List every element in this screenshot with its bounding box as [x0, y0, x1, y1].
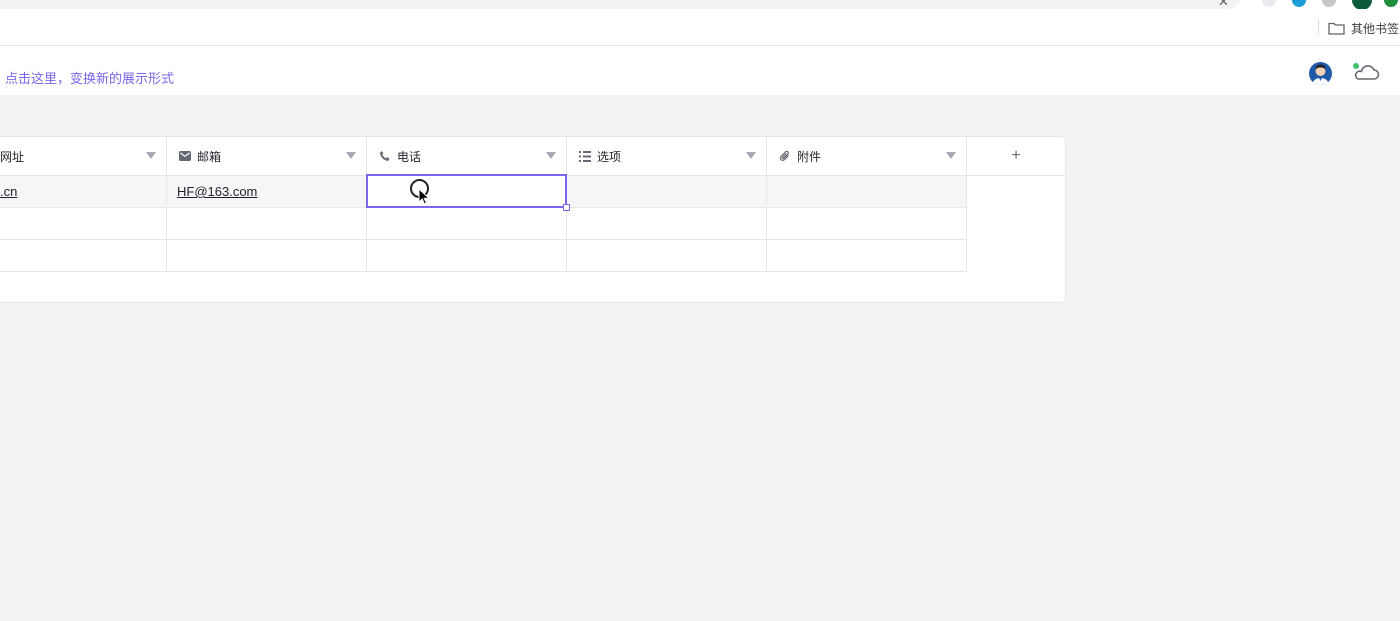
puzzle-icon[interactable]	[1322, 0, 1336, 7]
bookmarks-bar: 其他书签	[0, 9, 1400, 46]
sync-icon[interactable]	[1384, 0, 1398, 7]
table-cell-url[interactable]	[0, 240, 167, 272]
fill-handle[interactable]	[563, 204, 570, 211]
bookmarks-separator	[1318, 19, 1319, 35]
app-header: 点击这里，变换新的展示形式	[0, 46, 1400, 95]
column-header-options[interactable]: 选项	[567, 137, 767, 176]
column-header-url[interactable]: 网址	[0, 137, 167, 176]
add-column-button[interactable]: +	[966, 137, 1066, 176]
options-list-icon	[579, 150, 591, 162]
column-header-email[interactable]: 邮箱	[167, 137, 367, 176]
column-label: 网址	[0, 149, 25, 164]
table-cell-attachment[interactable]	[767, 176, 967, 208]
chevron-down-icon[interactable]	[546, 152, 556, 159]
column-header-phone[interactable]: 电话	[367, 137, 567, 176]
other-bookmarks-folder[interactable]: 其他书签	[1328, 20, 1399, 37]
column-label: 选项	[597, 149, 622, 164]
table-cell-attachment[interactable]	[767, 240, 967, 272]
extension-icon[interactable]	[1292, 0, 1306, 7]
browser-toolbar: ✕	[0, 0, 1400, 10]
table-cell-email[interactable]	[167, 240, 367, 272]
table-cell-options[interactable]	[567, 208, 767, 240]
column-label: 邮箱	[197, 149, 222, 164]
email-link[interactable]: HF@163.com	[177, 184, 257, 199]
table-cell-phone[interactable]	[367, 240, 567, 272]
star-icon[interactable]	[1262, 0, 1276, 7]
column-header-attachment[interactable]: 附件	[767, 137, 967, 176]
table-cell-url[interactable]	[0, 208, 167, 240]
avatar[interactable]	[1309, 62, 1332, 85]
table-cell-options[interactable]	[567, 176, 767, 208]
paperclip-icon	[779, 150, 791, 162]
table-cell-phone[interactable]	[367, 208, 567, 240]
grid-view: 网址 邮箱 电话 选项 附件 + .cn HF@163.com	[0, 136, 1066, 303]
cloud-sync-icon[interactable]	[1352, 62, 1380, 82]
phone-icon	[379, 150, 391, 162]
url-link[interactable]: .cn	[0, 184, 17, 199]
view-switch-hint[interactable]: 点击这里，变换新的展示形式	[5, 68, 174, 87]
column-label: 附件	[797, 149, 822, 164]
table-cell-email[interactable]	[167, 208, 367, 240]
chevron-down-icon[interactable]	[746, 152, 756, 159]
column-label: 电话	[397, 149, 422, 164]
mail-icon	[179, 150, 191, 162]
chevron-down-icon[interactable]	[346, 152, 356, 159]
table-cell-attachment[interactable]	[767, 208, 967, 240]
chevron-down-icon[interactable]	[146, 152, 156, 159]
table-cell-options[interactable]	[567, 240, 767, 272]
mouse-pointer-icon	[418, 188, 430, 205]
table-cell-url[interactable]: .cn	[0, 176, 167, 208]
folder-icon	[1328, 22, 1345, 35]
table-cell-email[interactable]: HF@163.com	[167, 176, 367, 208]
chevron-down-icon[interactable]	[946, 152, 956, 159]
address-bar[interactable]	[0, 0, 1242, 9]
other-bookmarks-label: 其他书签	[1351, 22, 1400, 36]
selected-cell-editor[interactable]	[366, 174, 567, 208]
